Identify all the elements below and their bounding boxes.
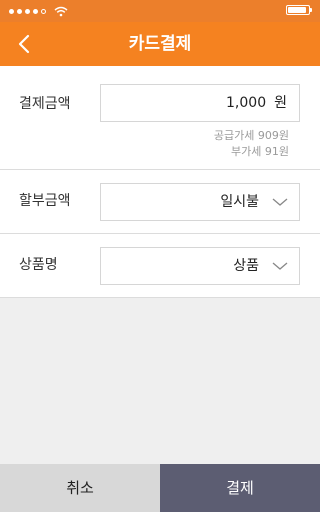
amount-field[interactable]: 1,000 원 xyxy=(100,84,300,122)
battery-icon xyxy=(286,5,312,15)
product-select[interactable]: 상품 xyxy=(100,247,300,285)
amount-value-wrap: 1,000 원 xyxy=(226,85,287,121)
status-icons xyxy=(9,5,68,17)
cancel-button[interactable]: 취소 xyxy=(0,464,160,512)
chevron-down-icon xyxy=(272,198,288,206)
pay-button[interactable]: 결제 xyxy=(160,464,320,512)
product-row: 상품명 상품 xyxy=(0,234,320,298)
installment-value: 일시불 xyxy=(220,194,259,210)
installment-label: 할부금액 xyxy=(19,193,71,209)
nav-bar: 카드결제 xyxy=(0,22,320,66)
amount-value: 1,000 xyxy=(226,95,267,111)
product-value: 상품 xyxy=(233,258,259,274)
wifi-icon xyxy=(54,6,68,16)
bottom-action-bar: 취소 결제 xyxy=(0,464,320,512)
vat-text: 부가세 91원 xyxy=(231,145,289,158)
amount-label: 결제금액 xyxy=(19,96,71,112)
tax-breakdown: 공급가세 909원 부가세 91원 xyxy=(214,128,289,160)
chevron-down-icon xyxy=(272,262,288,270)
payment-form: 결제금액 1,000 원 공급가세 909원 부가세 91원 할부금액 일시불 상… xyxy=(0,66,320,298)
installment-select[interactable]: 일시불 xyxy=(100,183,300,221)
signal-icon xyxy=(9,8,46,14)
amount-unit: 원 xyxy=(274,95,287,111)
status-bar xyxy=(0,0,320,22)
page-title: 카드결제 xyxy=(128,34,192,54)
installment-row: 할부금액 일시불 xyxy=(0,170,320,234)
supply-price-text: 공급가세 909원 xyxy=(213,129,289,142)
product-label: 상품명 xyxy=(19,257,58,273)
amount-row: 결제금액 1,000 원 공급가세 909원 부가세 91원 xyxy=(0,66,320,170)
